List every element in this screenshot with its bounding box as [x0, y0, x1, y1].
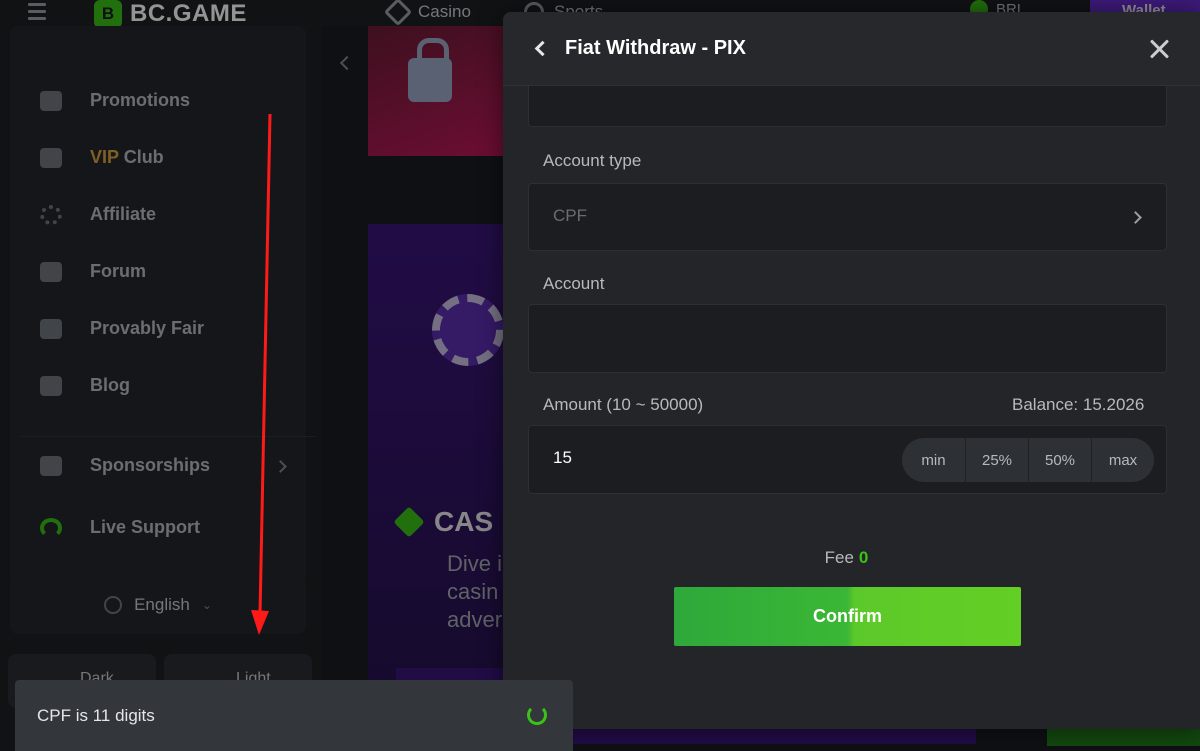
- min-button[interactable]: min: [902, 438, 965, 482]
- toast-message: CPF is 11 digits: [37, 706, 155, 725]
- previous-field[interactable]: [528, 86, 1167, 127]
- fee-label: Fee: [824, 548, 854, 567]
- 25-percent-button[interactable]: 25%: [965, 438, 1028, 482]
- loading-spinner-icon: [527, 705, 547, 725]
- quick-amount-group: min 25% 50% max: [902, 438, 1154, 482]
- account-type-label: Account type: [543, 151, 642, 170]
- fiat-withdraw-modal: Fiat Withdraw - PIX Account type CPF Acc…: [503, 12, 1200, 729]
- 50-percent-button[interactable]: 50%: [1028, 438, 1091, 482]
- close-icon[interactable]: [1149, 39, 1169, 59]
- balance-label: Balance: 15.2026: [1012, 395, 1145, 414]
- amount-input[interactable]: [553, 448, 753, 468]
- modal-title: Fiat Withdraw - PIX: [565, 37, 746, 59]
- annotation-arrow-head: [251, 610, 269, 635]
- fee-row: Fee 0: [503, 548, 1190, 568]
- confirm-button[interactable]: Confirm: [674, 587, 1021, 646]
- chevron-right-icon: [1129, 211, 1142, 224]
- max-button[interactable]: max: [1091, 438, 1154, 482]
- amount-field[interactable]: min 25% 50% max: [528, 425, 1167, 494]
- back-icon[interactable]: [534, 40, 551, 57]
- account-input[interactable]: [529, 305, 1166, 372]
- account-type-select[interactable]: CPF: [528, 183, 1167, 251]
- amount-label: Amount (10 ~ 50000): [543, 395, 704, 414]
- account-type-value: CPF: [553, 206, 587, 225]
- annotation-arrow: [251, 114, 272, 635]
- annotation-arrow-line: [258, 114, 272, 615]
- account-field[interactable]: [528, 304, 1167, 373]
- fee-value: 0: [858, 548, 869, 567]
- toast-notification: CPF is 11 digits: [15, 680, 573, 751]
- account-label: Account: [543, 274, 605, 293]
- modal-header: Fiat Withdraw - PIX: [503, 12, 1200, 86]
